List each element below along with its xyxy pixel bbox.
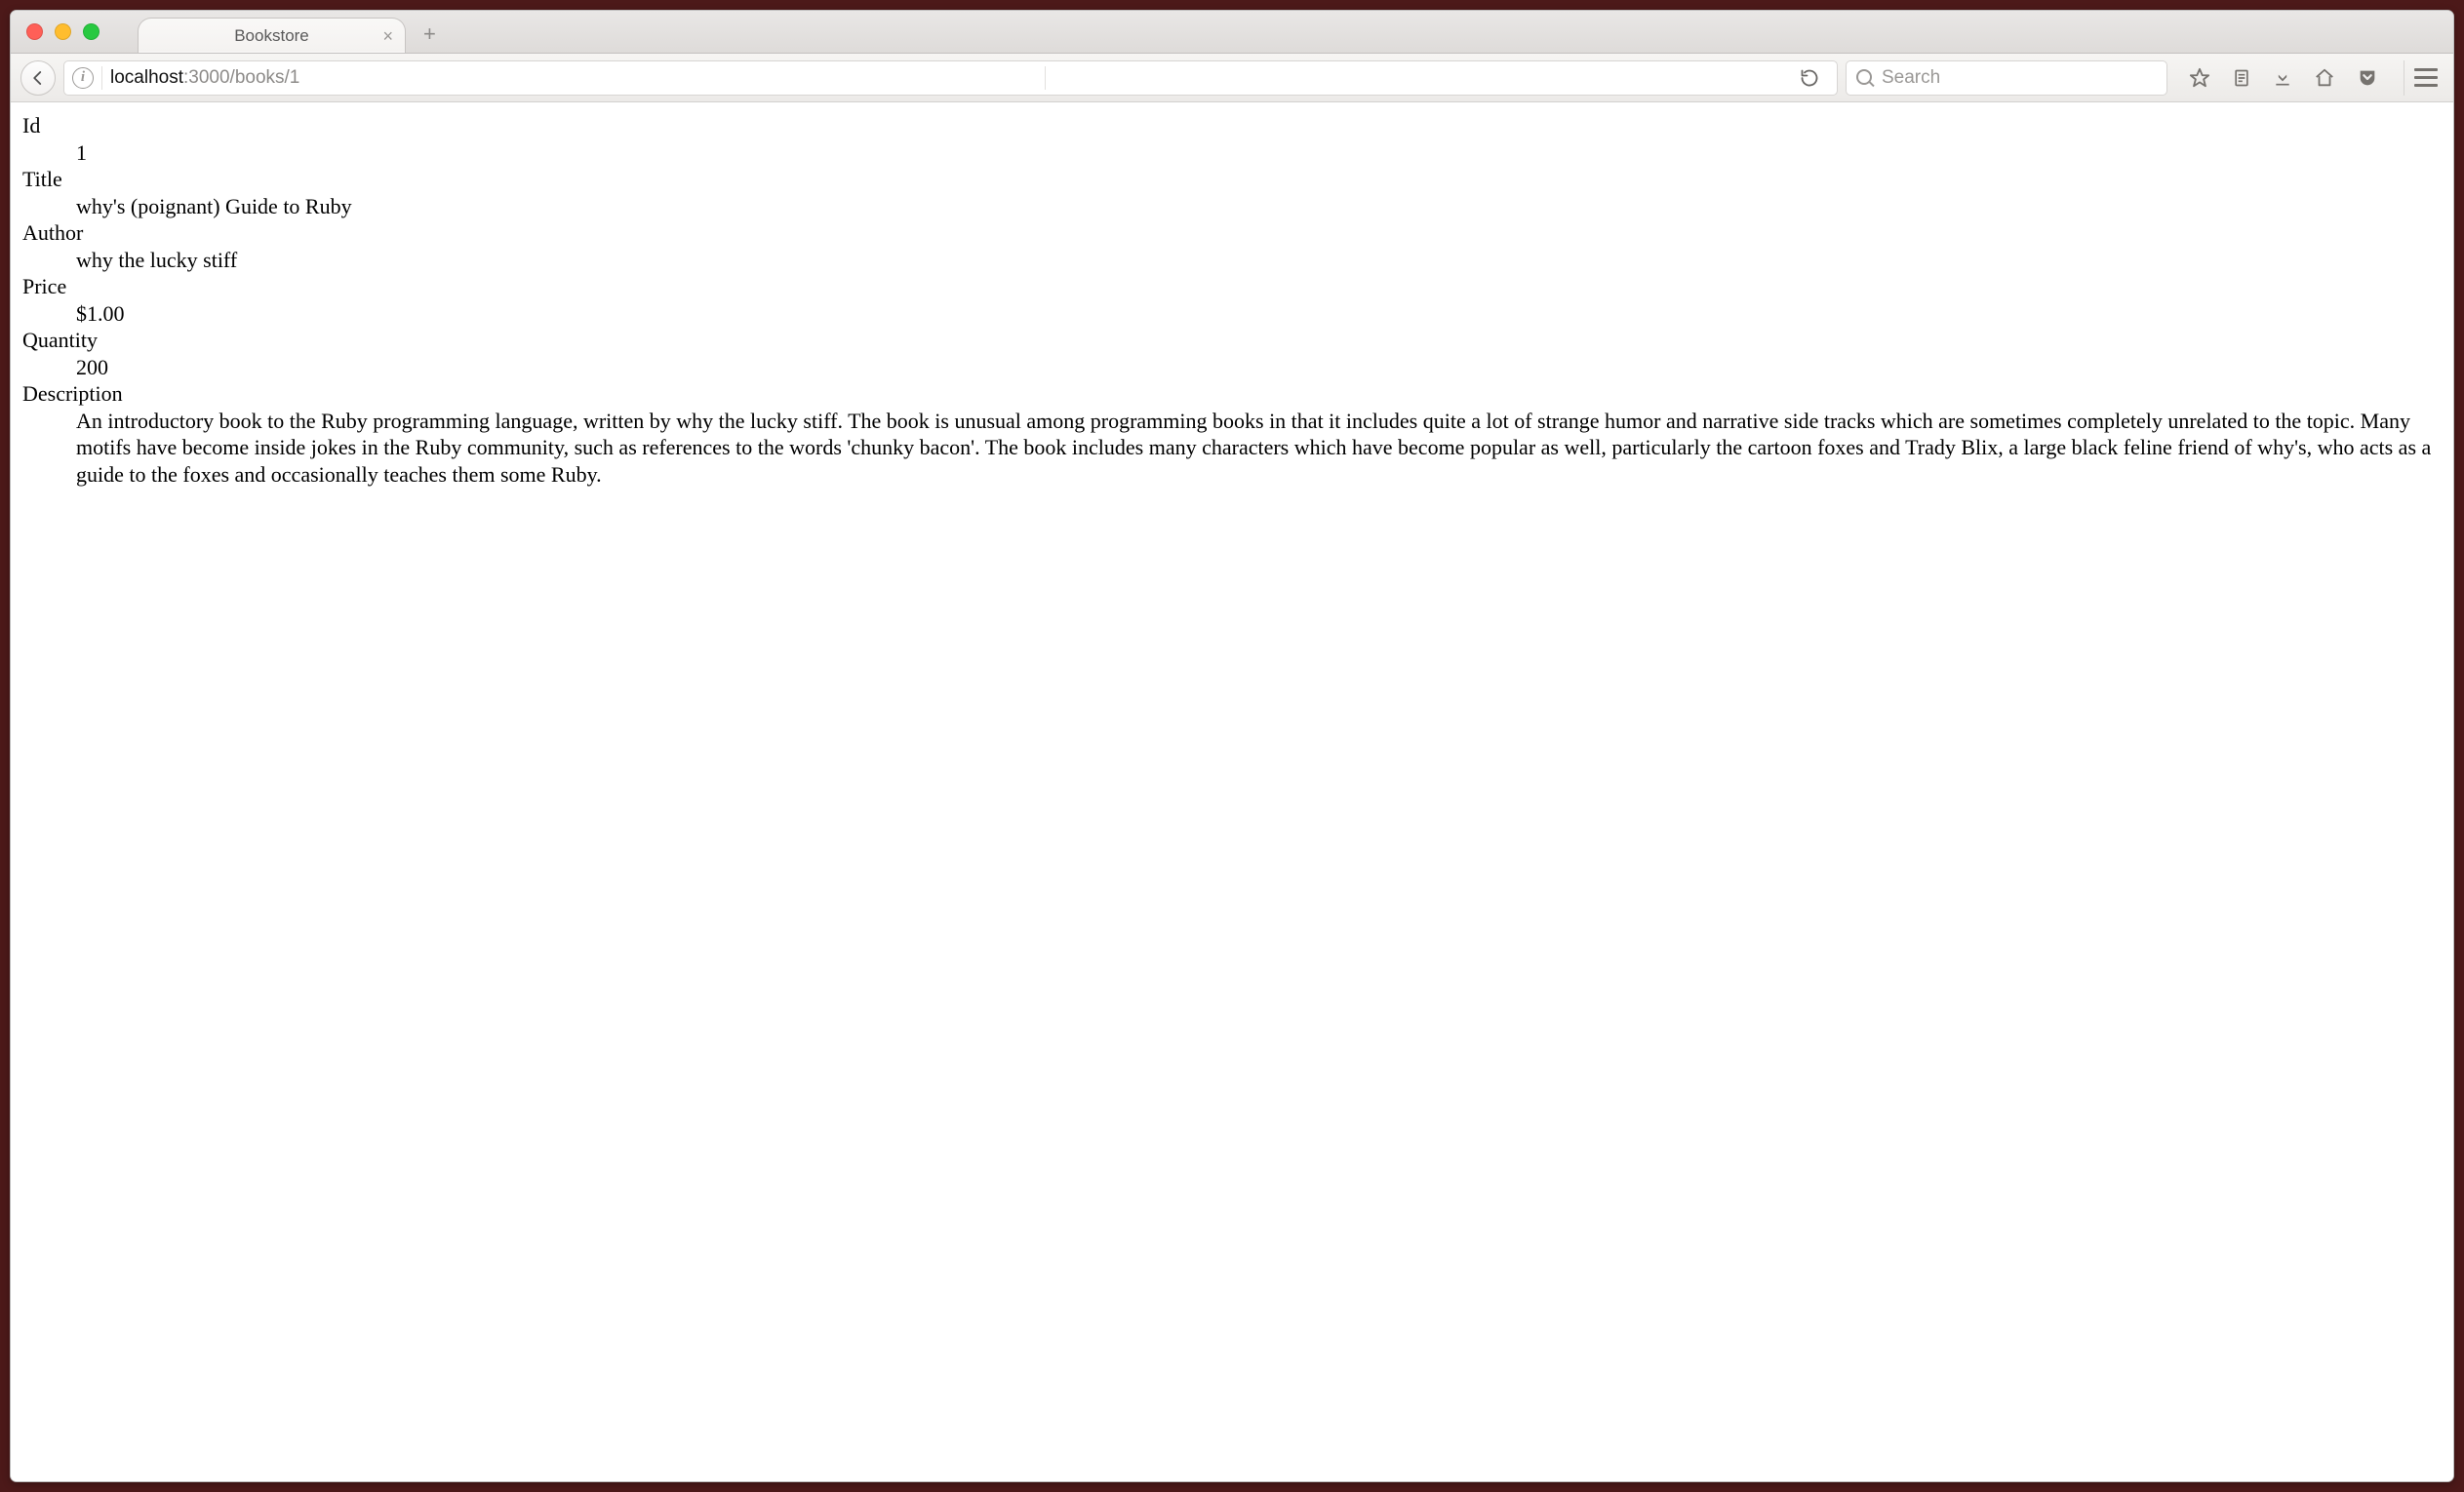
toolbar-icons [2175, 60, 2444, 96]
value-price: $1.00 [76, 300, 2442, 328]
menu-button[interactable] [2404, 60, 2438, 96]
home-icon[interactable] [2314, 67, 2335, 89]
label-author: Author [22, 219, 2442, 247]
bookmark-star-icon[interactable] [2189, 67, 2210, 89]
titlebar: Bookstore × + [11, 11, 2453, 54]
label-description: Description [22, 380, 2442, 408]
window-zoom-button[interactable] [83, 23, 99, 40]
search-placeholder: Search [1882, 67, 1940, 89]
value-id: 1 [76, 139, 2442, 167]
value-author: why the lucky stiff [76, 247, 2442, 274]
value-quantity: 200 [76, 354, 2442, 381]
url-path: :3000/books/1 [183, 67, 299, 88]
separator [101, 66, 102, 90]
reading-list-icon[interactable] [2232, 67, 2251, 89]
value-title: why's (poignant) Guide to Ruby [76, 193, 2442, 220]
label-title: Title [22, 166, 2442, 193]
page-viewport: Id 1 Title why's (poignant) Guide to Rub… [11, 102, 2453, 1481]
book-details: Id 1 Title why's (poignant) Guide to Rub… [22, 112, 2442, 488]
url-text: localhost:3000/books/1 [110, 67, 299, 89]
label-id: Id [22, 112, 2442, 139]
label-price: Price [22, 273, 2442, 300]
pocket-icon[interactable] [2357, 67, 2378, 89]
label-quantity: Quantity [22, 327, 2442, 354]
separator [1045, 66, 1046, 90]
url-host: localhost [110, 67, 183, 88]
window-minimize-button[interactable] [55, 23, 71, 40]
downloads-icon[interactable] [2273, 67, 2292, 89]
reload-button[interactable] [1790, 68, 1829, 88]
search-box[interactable]: Search [1846, 60, 2167, 96]
browser-tab[interactable]: Bookstore × [138, 18, 406, 53]
toolbar: i localhost:3000/books/1 Search [11, 54, 2453, 102]
new-tab-button[interactable]: + [423, 23, 436, 45]
window-controls [26, 23, 99, 40]
browser-window: Bookstore × + i localhost:3000/books/1 [10, 10, 2454, 1482]
window-close-button[interactable] [26, 23, 43, 40]
search-icon [1856, 69, 1874, 87]
tab-close-icon[interactable]: × [382, 27, 393, 45]
site-info-icon[interactable]: i [72, 67, 94, 89]
value-description: An introductory book to the Ruby program… [76, 408, 2442, 489]
address-bar[interactable]: i localhost:3000/books/1 [63, 60, 1838, 96]
back-button[interactable] [20, 60, 56, 96]
tab-title: Bookstore [234, 26, 309, 46]
